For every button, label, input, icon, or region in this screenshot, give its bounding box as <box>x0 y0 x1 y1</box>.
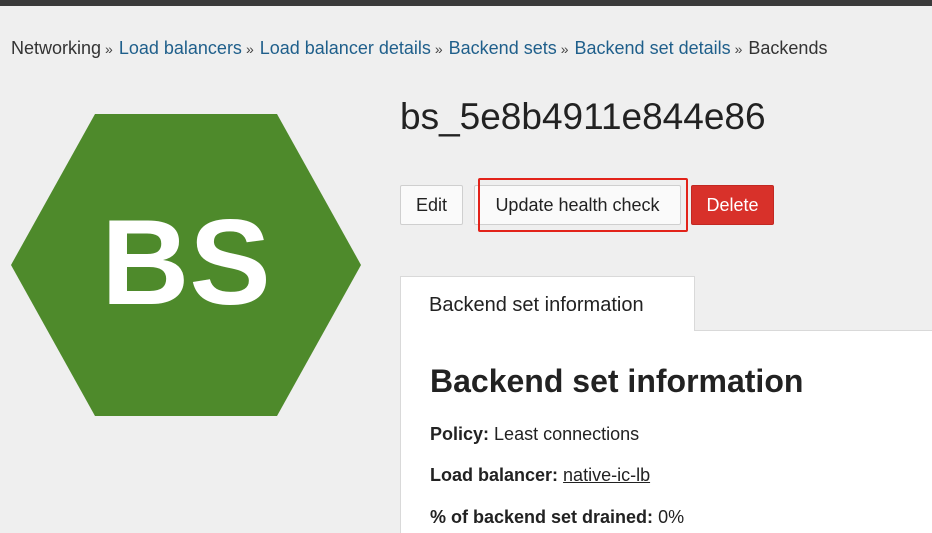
breadcrumb-separator: » <box>734 41 743 57</box>
load-balancer-label: Load balancer: <box>430 465 559 485</box>
breadcrumb-backend-set-details[interactable]: Backend set details <box>575 38 731 58</box>
info-panel: Backend set information Policy: Least co… <box>400 331 932 533</box>
drained-row: % of backend set drained: 0% <box>430 506 684 528</box>
delete-button[interactable]: Delete <box>691 185 774 225</box>
backend-set-badge-icon: BS <box>11 114 361 416</box>
breadcrumb: Networking» Load balancers» Load balancer … <box>11 37 827 60</box>
breadcrumb-networking[interactable]: Networking <box>11 38 101 58</box>
top-bar <box>0 0 932 6</box>
drained-label: % of backend set drained: <box>430 507 654 527</box>
edit-button[interactable]: Edit <box>400 185 463 225</box>
load-balancer-link[interactable]: native-ic-lb <box>563 465 650 485</box>
breadcrumb-backend-sets[interactable]: Backend sets <box>449 38 557 58</box>
load-balancer-row: Load balancer: native-ic-lb <box>430 464 650 486</box>
breadcrumb-load-balancer-details[interactable]: Load balancer details <box>260 38 431 58</box>
policy-value: Least connections <box>494 424 640 444</box>
breadcrumb-separator: » <box>560 41 569 57</box>
breadcrumb-backends: Backends <box>748 38 828 58</box>
update-health-check-button[interactable]: Update health check <box>474 185 681 225</box>
breadcrumb-separator: » <box>105 41 113 57</box>
drained-value: 0% <box>658 507 685 527</box>
breadcrumb-separator: » <box>245 41 254 57</box>
policy-row: Policy: Least connections <box>430 423 639 445</box>
breadcrumb-separator: » <box>434 41 443 57</box>
policy-label: Policy: <box>430 424 490 444</box>
page-title: bs_5e8b4911e844e86 <box>400 96 766 137</box>
breadcrumb-load-balancers[interactable]: Load balancers <box>119 38 242 58</box>
tab-backend-set-information[interactable]: Backend set information <box>400 276 695 332</box>
section-heading: Backend set information <box>430 363 804 399</box>
badge-text: BS <box>101 194 270 330</box>
